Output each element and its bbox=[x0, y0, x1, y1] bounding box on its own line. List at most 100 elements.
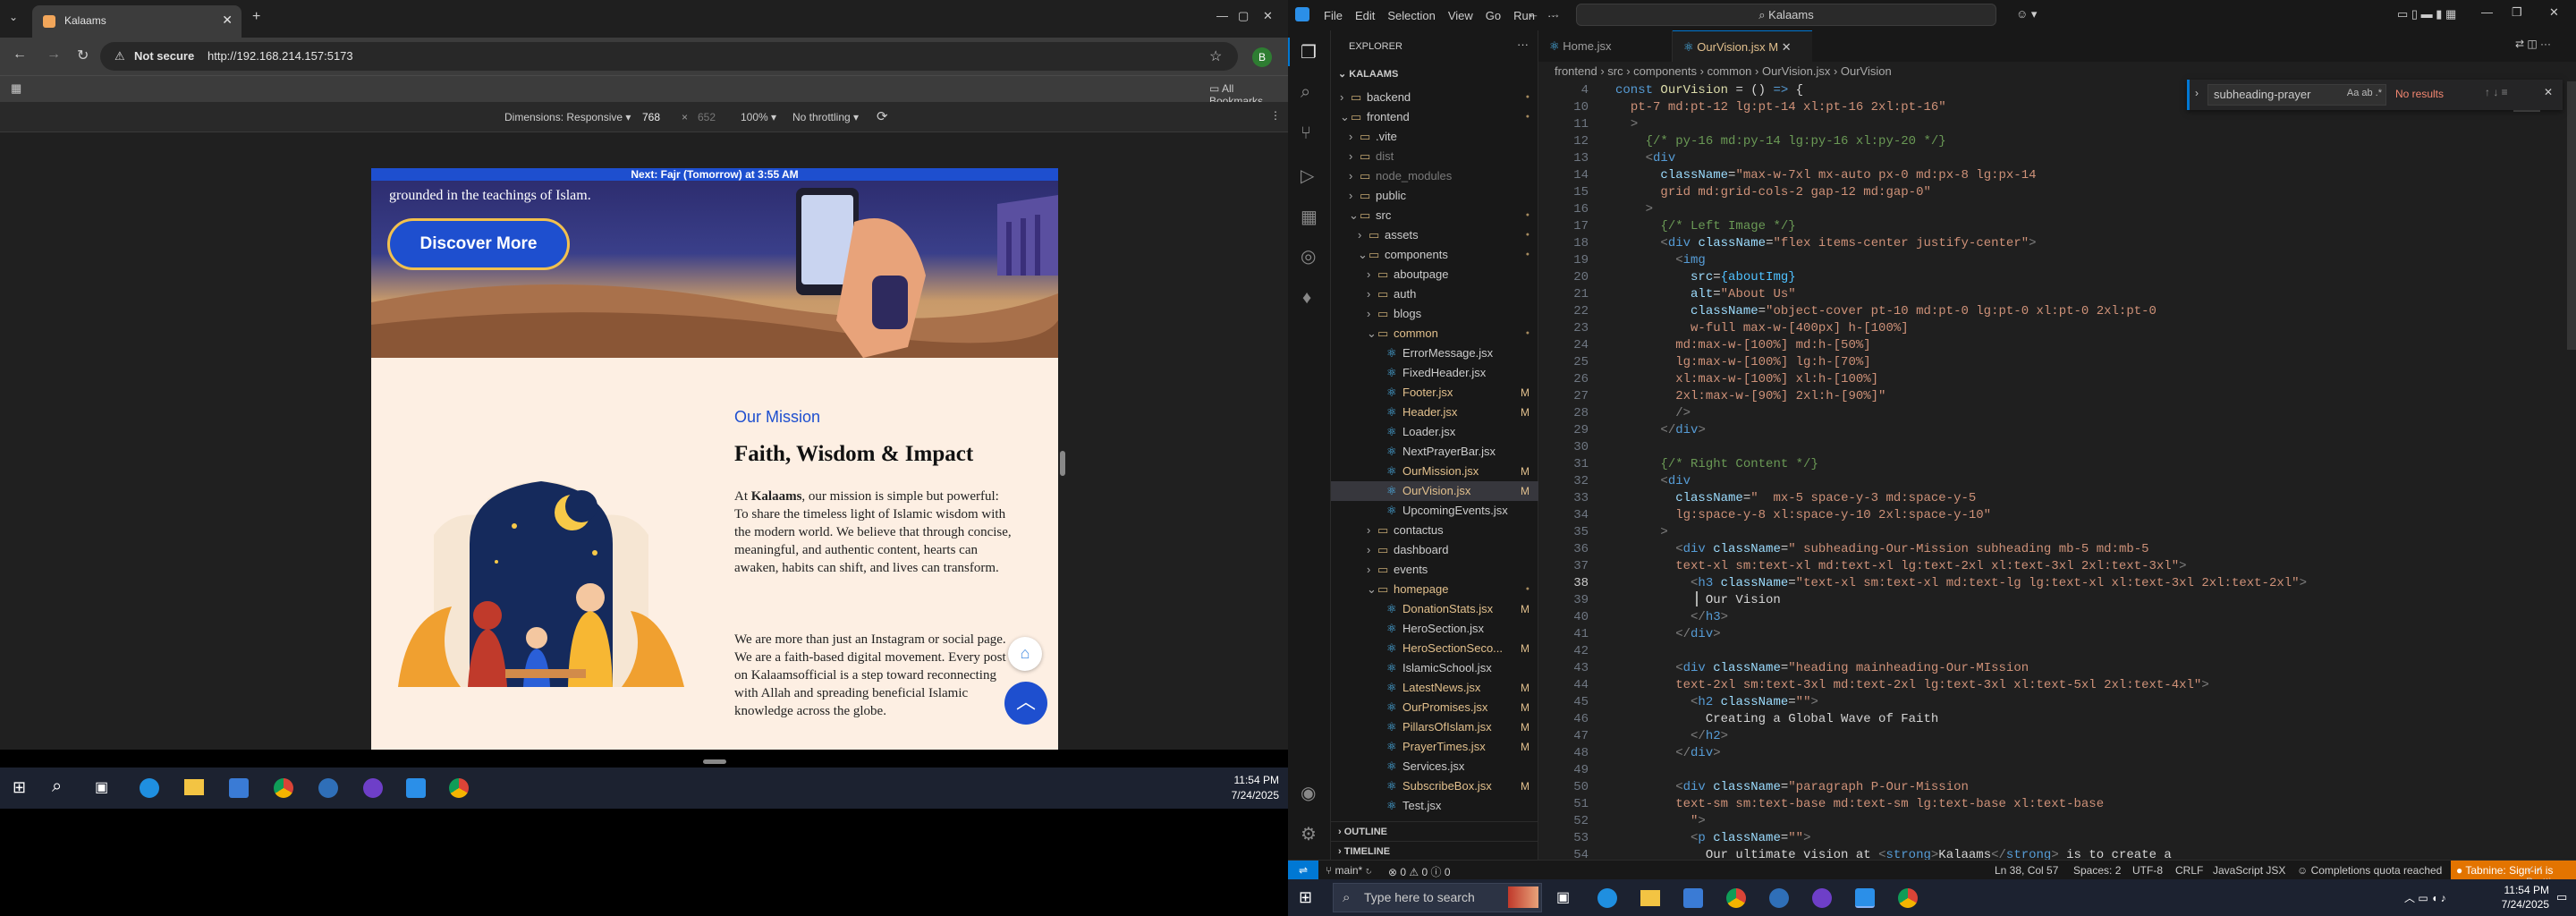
chrome-icon-4[interactable] bbox=[1898, 888, 1918, 908]
code-line[interactable]: text-xl sm:text-xl md:text-xl lg:text-2x… bbox=[1615, 559, 2186, 573]
code-line[interactable]: grid md:grid-cols-2 gap-12 md:gap-0" bbox=[1615, 185, 1930, 199]
settings-gear-icon[interactable]: ⚙ bbox=[1301, 823, 1317, 845]
reload-icon[interactable]: ↻ bbox=[77, 47, 89, 64]
tree-file[interactable]: ⚛ Footer.jsx M bbox=[1331, 383, 1538, 403]
window-restore-icon[interactable]: ❐ bbox=[2512, 5, 2522, 20]
rotate-icon[interactable]: ⟳ bbox=[877, 108, 888, 124]
code-line[interactable]: {/* Left Image */} bbox=[1615, 219, 1795, 233]
tree-file[interactable]: ⚛ PrayerTimes.jsx M bbox=[1331, 737, 1538, 757]
tree-folder[interactable]: ⌄▭ frontend ● bbox=[1331, 107, 1538, 127]
tree-folder[interactable]: ⌄▭ homepage ● bbox=[1331, 580, 1538, 599]
nav-back-icon[interactable]: ← bbox=[1528, 7, 1539, 21]
address-bar[interactable]: ⚠ Not secure http://192.168.214.157:5173… bbox=[100, 42, 1238, 71]
problems-indicator[interactable]: ⊗ 0 ⚠ 0 ⓘ 0 bbox=[1388, 864, 1451, 879]
chrome-icon-3[interactable] bbox=[1726, 888, 1746, 908]
encoding[interactable]: UTF-8 bbox=[2132, 864, 2163, 877]
tree-file[interactable]: ⚛ Header.jsx M bbox=[1331, 403, 1538, 422]
extensions-icon[interactable]: ▦ bbox=[1301, 206, 1318, 228]
code-line[interactable]: 2xl:max-w-[90%] 2xl:h-[90%]" bbox=[1615, 389, 1885, 403]
browser-tab[interactable]: Kalaams ✕ bbox=[32, 5, 242, 38]
profile-avatar[interactable]: B bbox=[1252, 47, 1272, 67]
find-options-icons[interactable]: Aa ab .* bbox=[2347, 88, 2382, 98]
code-line[interactable]: lg:max-w-[100%] lg:h-[70%] bbox=[1615, 355, 1870, 369]
code-line[interactable]: {/* py-16 md:py-14 lg:py-16 xl:py-20 */} bbox=[1615, 134, 1946, 148]
back-icon[interactable]: ← bbox=[13, 47, 27, 63]
code-line[interactable]: > bbox=[1615, 202, 1653, 216]
menu-item[interactable]: File bbox=[1324, 9, 1343, 22]
close-tab-icon[interactable]: ✕ bbox=[222, 13, 233, 28]
taskbar-search-icon[interactable]: ⌕ bbox=[52, 776, 62, 797]
tree-folder[interactable]: ⌄▭ src ● bbox=[1331, 206, 1538, 225]
code-line[interactable]: md:max-w-[100%] md:h-[50%] bbox=[1615, 338, 1870, 352]
breadcrumb-item[interactable]: OurVision.jsx bbox=[1762, 64, 1830, 78]
code-line[interactable]: lg:space-y-8 xl:space-y-10 2xl:space-y-1… bbox=[1615, 508, 1991, 522]
explorer-more-icon[interactable]: ··· bbox=[1517, 38, 1529, 51]
tree-file[interactable]: ⚛ NextPrayerBar.jsx bbox=[1331, 442, 1538, 462]
code-line[interactable]: Creating a Global Wave of Faith bbox=[1615, 712, 1938, 726]
task-view-icon[interactable]: ▣ bbox=[95, 778, 108, 796]
github-desktop-icon-2[interactable] bbox=[1812, 888, 1832, 908]
tree-file[interactable]: ⚛ OurMission.jsx M bbox=[1331, 462, 1538, 481]
code-line[interactable]: xl:max-w-[100%] xl:h-[100%] bbox=[1615, 372, 1878, 386]
tree-file[interactable]: ⚛ OurVision.jsx M bbox=[1331, 481, 1538, 501]
code-line[interactable]: <div bbox=[1615, 474, 1690, 488]
file-explorer-icon[interactable] bbox=[184, 779, 204, 795]
code-line[interactable]: <h2 className=""> bbox=[1615, 695, 1818, 709]
code-line[interactable]: Our Vision bbox=[1615, 593, 1781, 607]
window-close-icon[interactable]: ✕ bbox=[1263, 9, 1273, 23]
system-tray-icons[interactable]: ︿ ▭ ◖ ♪ bbox=[2404, 890, 2446, 905]
quota-indicator[interactable]: ☺ Completions quota reached bbox=[2297, 864, 2442, 877]
dimensions-dropdown[interactable]: Dimensions: Responsive ▾ bbox=[504, 111, 631, 123]
code-line[interactable]: /> bbox=[1615, 406, 1690, 420]
width-input[interactable]: 768 bbox=[642, 111, 660, 123]
breadcrumb-item[interactable]: OurVision bbox=[1841, 64, 1892, 78]
forward-icon[interactable]: → bbox=[47, 47, 61, 63]
tree-folder[interactable]: › ▭ public bbox=[1331, 186, 1538, 206]
code-line[interactable]: const OurVision = () => { bbox=[1615, 83, 1803, 98]
tree-folder[interactable]: › ▭ backend ● bbox=[1331, 88, 1538, 107]
code-line[interactable]: src={aboutImg} bbox=[1615, 270, 1796, 284]
tree-file[interactable]: ⚛ IslamicSchool.jsx bbox=[1331, 658, 1538, 678]
menu-item[interactable]: Selection bbox=[1387, 9, 1435, 22]
breadcrumb-item[interactable]: frontend bbox=[1555, 64, 1597, 78]
throttle-dropdown[interactable]: No throttling ▾ bbox=[792, 111, 859, 123]
chrome-icon-2[interactable] bbox=[449, 778, 469, 798]
code-line[interactable]: </div> bbox=[1615, 423, 1705, 437]
github-desktop-icon[interactable] bbox=[363, 778, 383, 798]
search-view-icon[interactable]: ⌕ bbox=[1301, 82, 1310, 103]
language-mode[interactable]: JavaScript JSX bbox=[2213, 864, 2285, 877]
tree-file[interactable]: ⚛ UpcomingEvents.jsx bbox=[1331, 501, 1538, 521]
tree-folder[interactable]: › ▭ assets ● bbox=[1331, 225, 1538, 245]
tree-file[interactable]: ⚛ HeroSection.jsx bbox=[1331, 619, 1538, 639]
code-line[interactable]: <div className="paragraph P-Our-Mission bbox=[1615, 780, 1969, 794]
tree-folder[interactable]: › ▭ events bbox=[1331, 560, 1538, 580]
code-line[interactable]: pt-7 md:pt-12 lg:pt-14 xl:pt-16 2xl:pt-1… bbox=[1615, 100, 1946, 114]
tab-home-jsx[interactable]: ⚛ Home.jsx bbox=[1538, 30, 1673, 62]
code-line[interactable]: <div className="flex items-center justif… bbox=[1615, 236, 2036, 250]
code-line[interactable]: </div> bbox=[1615, 746, 1720, 760]
breadcrumb-item[interactable]: components bbox=[1633, 64, 1697, 78]
breadcrumb-item[interactable]: src bbox=[1607, 64, 1623, 78]
code-line[interactable]: {/* Right Content */} bbox=[1615, 457, 1818, 471]
tree-folder[interactable]: › ▭ dist bbox=[1331, 147, 1538, 166]
tree-folder[interactable]: › ▭ dashboard bbox=[1331, 540, 1538, 560]
editor-scrollbar[interactable] bbox=[2567, 81, 2576, 350]
code-line[interactable]: <div bbox=[1615, 151, 1676, 165]
code-line[interactable]: w-full max-w-[400px] h-[100%] bbox=[1615, 321, 1909, 335]
find-nav-icons[interactable]: ↑ ↓ ≡ bbox=[2485, 86, 2508, 98]
editor-actions[interactable]: ⇄ ◫ ··· bbox=[2515, 38, 2551, 50]
edge-icon-2[interactable] bbox=[1597, 888, 1617, 908]
window-minimize-icon[interactable]: — bbox=[1216, 9, 1228, 22]
discover-more-button[interactable]: Discover More bbox=[387, 218, 570, 270]
explorer-icon[interactable]: ❐ bbox=[1301, 41, 1317, 64]
new-tab-icon[interactable]: + bbox=[252, 9, 260, 25]
workspace-header[interactable]: ⌄ KALAAMS bbox=[1331, 64, 1538, 84]
resize-handle-right[interactable] bbox=[1060, 451, 1065, 476]
remote-indicator-icon[interactable]: ⇌ bbox=[1288, 861, 1318, 880]
zoom-dropdown[interactable]: 100% ▾ bbox=[741, 111, 776, 123]
find-expand-icon[interactable]: › bbox=[2195, 87, 2199, 99]
code-line[interactable]: <h3 className="text-xl sm:text-xl md:tex… bbox=[1615, 576, 2307, 590]
github-icon[interactable]: ◎ bbox=[1301, 245, 1316, 267]
window-maximize-icon[interactable]: ▢ bbox=[1238, 9, 1249, 23]
find-input[interactable]: subheading-prayer Aa ab .* bbox=[2207, 84, 2386, 106]
